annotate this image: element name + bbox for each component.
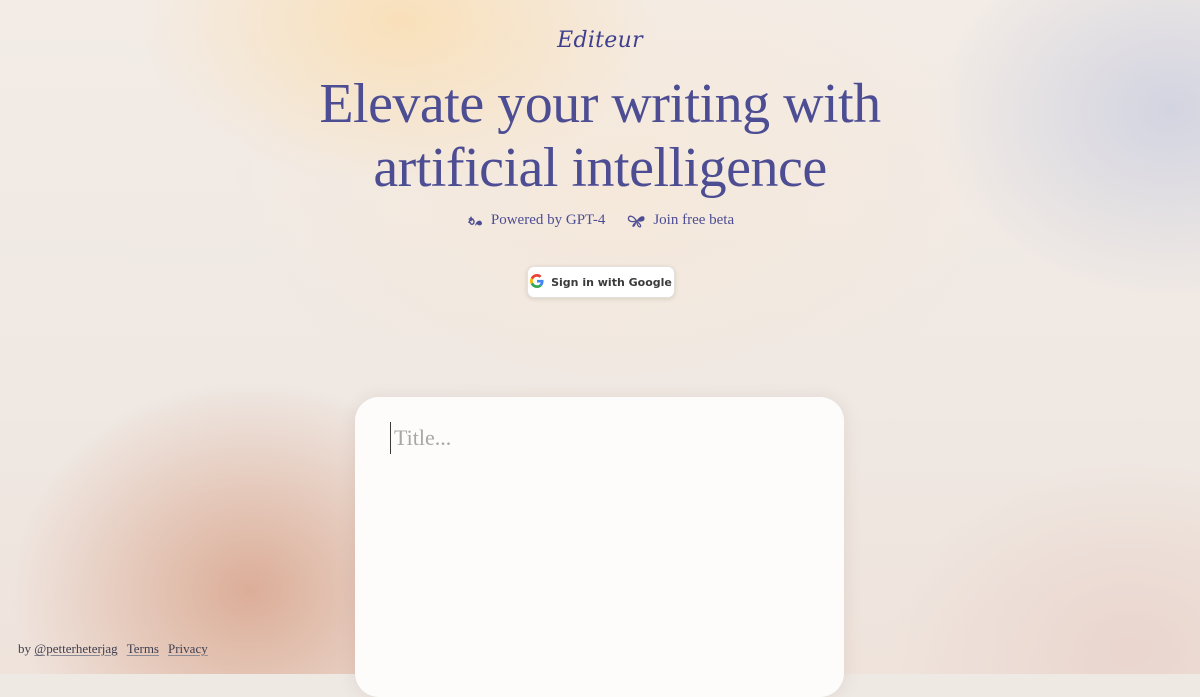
hero-headline: Elevate your writing with artificial int…: [0, 72, 1200, 200]
brand-logo[interactable]: Editeur: [0, 28, 1200, 53]
feature-powered-by-label: Powered by GPT-4: [490, 212, 606, 228]
feature-join-beta[interactable]: Join free beta: [627, 212, 734, 229]
google-signin-button[interactable]: Sign in with Google: [527, 266, 675, 298]
terms-link[interactable]: Terms: [127, 641, 159, 657]
footer-by-prefix: by: [18, 641, 31, 656]
footer-credit: by @petterheterjag: [18, 641, 118, 657]
footer: by @petterheterjag Terms Privacy: [18, 641, 208, 657]
sparkle-swirl-icon: [466, 214, 484, 228]
title-input[interactable]: [390, 422, 814, 454]
privacy-link[interactable]: Privacy: [168, 641, 208, 657]
feature-list: Powered by GPT-4 Join free beta: [0, 212, 1200, 229]
feature-join-beta-label[interactable]: Join free beta: [653, 212, 734, 229]
feature-powered-by: Powered by GPT-4: [466, 212, 605, 229]
author-link[interactable]: @petterheterjag: [34, 641, 117, 656]
hero-headline-line-2: artificial intelligence: [373, 137, 827, 199]
google-signin-label: Sign in with Google: [551, 275, 672, 289]
hero-headline-line-1: Elevate your writing with: [319, 73, 881, 135]
butterfly-icon: [627, 214, 646, 228]
google-icon: [530, 273, 544, 291]
